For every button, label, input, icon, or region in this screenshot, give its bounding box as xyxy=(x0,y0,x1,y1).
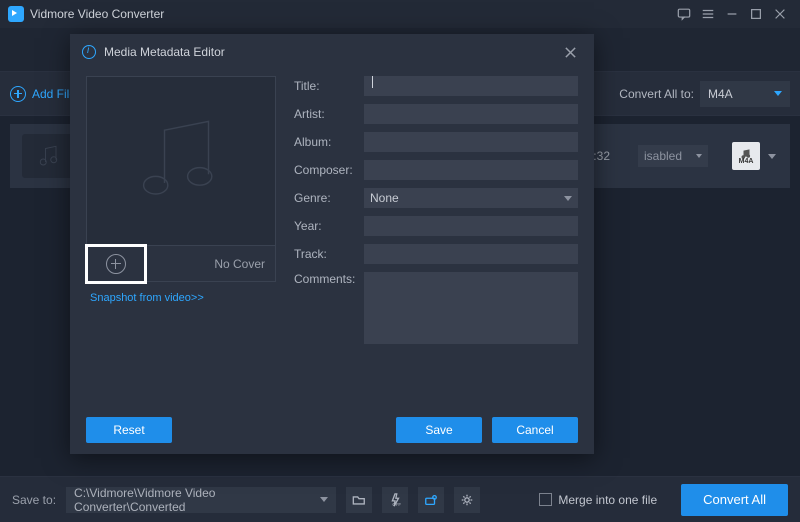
artist-input[interactable] xyxy=(364,104,578,124)
reset-button[interactable]: Reset xyxy=(86,417,172,443)
merge-label: Merge into one file xyxy=(558,493,657,507)
cover-column: No Cover Snapshot from video>> xyxy=(86,76,276,406)
bottom-bar: Save to: C:\Vidmore\Vidmore Video Conver… xyxy=(0,476,800,522)
feedback-icon[interactable] xyxy=(672,2,696,26)
output-format-select[interactable]: M4A xyxy=(700,81,790,107)
close-window-button[interactable] xyxy=(768,2,792,26)
chevron-down-icon xyxy=(320,497,328,502)
subtitle-value: isabled xyxy=(644,149,682,163)
chevron-down-icon xyxy=(768,154,776,159)
app-logo-icon xyxy=(8,6,24,22)
artist-field-label: Artist: xyxy=(294,107,356,121)
modal-header: Media Metadata Editor xyxy=(70,34,594,70)
metadata-form: Title: Artist: Album: Composer: Genre: N… xyxy=(294,76,578,406)
album-input[interactable] xyxy=(364,132,578,152)
cover-preview xyxy=(86,76,276,246)
plus-circle-icon xyxy=(10,86,26,102)
high-speed-button[interactable] xyxy=(418,487,444,513)
chevron-down-icon xyxy=(774,91,782,96)
modal-footer: Reset Save Cancel xyxy=(70,406,594,454)
genre-field-label: Genre: xyxy=(294,191,356,205)
cancel-button[interactable]: Cancel xyxy=(492,417,578,443)
maximize-button[interactable] xyxy=(744,2,768,26)
composer-field-label: Composer: xyxy=(294,163,356,177)
app-title: Vidmore Video Converter xyxy=(30,7,672,21)
modal-title: Media Metadata Editor xyxy=(104,45,558,59)
genre-select[interactable]: None xyxy=(364,188,578,208)
convert-all-button[interactable]: Convert All xyxy=(681,484,788,516)
year-input[interactable] xyxy=(364,216,578,236)
plus-circle-icon xyxy=(106,254,126,274)
convert-all-to-label: Convert All to: xyxy=(619,87,694,101)
hardware-accel-button[interactable]: OFF xyxy=(382,487,408,513)
chevron-down-icon xyxy=(696,154,702,158)
save-to-label: Save to: xyxy=(12,493,56,507)
no-cover-label: No Cover xyxy=(145,257,275,271)
track-input[interactable] xyxy=(364,244,578,264)
comments-textarea[interactable] xyxy=(364,272,578,344)
save-path-value: C:\Vidmore\Vidmore Video Converter\Conve… xyxy=(74,486,320,514)
track-field-label: Track: xyxy=(294,247,356,261)
subtitle-select[interactable]: isabled xyxy=(638,145,708,167)
snapshot-link[interactable]: Snapshot from video>> xyxy=(86,292,276,304)
save-path-select[interactable]: C:\Vidmore\Vidmore Video Converter\Conve… xyxy=(66,487,336,513)
checkbox-icon xyxy=(539,493,552,506)
chevron-down-icon xyxy=(564,196,572,201)
title-field-label: Title: xyxy=(294,79,356,93)
item-format-button[interactable]: M4A xyxy=(732,142,760,170)
info-icon xyxy=(82,45,96,59)
composer-input[interactable] xyxy=(364,160,578,180)
svg-text:OFF: OFF xyxy=(392,502,401,507)
item-format-tag: M4A xyxy=(739,158,754,165)
modal-close-button[interactable] xyxy=(558,40,582,64)
open-folder-button[interactable] xyxy=(346,487,372,513)
genre-value: None xyxy=(370,191,399,205)
titlebar: Vidmore Video Converter xyxy=(0,0,800,28)
merge-checkbox[interactable]: Merge into one file xyxy=(539,493,657,507)
settings-button[interactable] xyxy=(454,487,480,513)
title-input[interactable] xyxy=(364,76,578,96)
year-field-label: Year: xyxy=(294,219,356,233)
save-button[interactable]: Save xyxy=(396,417,482,443)
minimize-button[interactable] xyxy=(720,2,744,26)
add-cover-button[interactable] xyxy=(87,246,145,282)
output-format-value: M4A xyxy=(708,87,733,101)
album-field-label: Album: xyxy=(294,135,356,149)
metadata-editor-modal: Media Metadata Editor No Cover Snapshot … xyxy=(70,34,594,454)
menu-icon[interactable] xyxy=(696,2,720,26)
comments-field-label: Comments: xyxy=(294,272,356,286)
